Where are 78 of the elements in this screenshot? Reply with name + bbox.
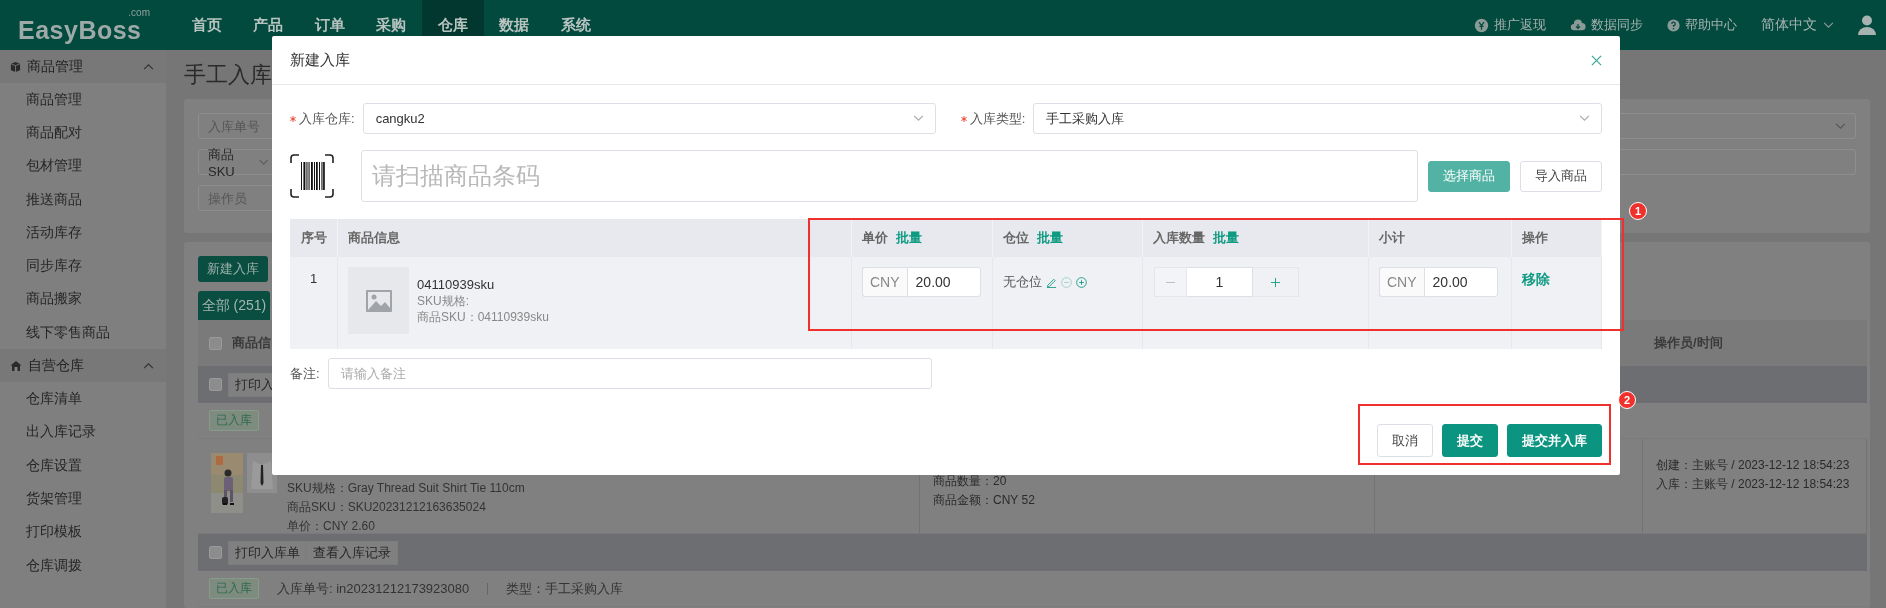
field-label: 备注: — [290, 364, 320, 383]
barcode-input[interactable]: 请扫描商品条码 — [361, 150, 1418, 202]
field-label: 入库类型: — [969, 109, 1026, 128]
header-link[interactable]: 推广返现 — [1494, 16, 1546, 34]
operator-text: 创建：主账号 / 2023-12-12 18:54:23 — [1656, 457, 1851, 474]
product-detail: 商品SKU：SKU20231212163635024 — [287, 499, 487, 516]
column-header: 操作员/时间 — [1654, 334, 1723, 352]
column-title: 小计 — [1379, 229, 1405, 247]
column-title: 序号 — [300, 229, 327, 247]
header-link[interactable]: 帮助中心 — [1685, 16, 1737, 34]
sidebar-group[interactable]: 自营仓库 — [0, 349, 166, 383]
import-button[interactable]: 导入商品 — [1520, 160, 1602, 192]
column-title: 单价 — [862, 229, 888, 247]
sidebar-item[interactable]: 商品管理 — [26, 90, 82, 109]
sidebar-item[interactable]: 出入库记录 — [26, 423, 96, 442]
batch-link[interactable]: 批量 — [1213, 229, 1239, 247]
quantity-input[interactable]: 1 — [1187, 267, 1253, 297]
price-input[interactable]: 20.00 — [906, 267, 981, 297]
dialog-title: 新建入库 — [290, 50, 350, 70]
product-detail: SKU规格：Gray Thread Suit Shirt Tie 110cm — [287, 480, 525, 497]
column-header: 商品信 — [232, 334, 271, 352]
sidebar-item[interactable]: 商品配对 — [26, 123, 82, 142]
submit-button[interactable]: 提交 — [1442, 424, 1498, 457]
order-info: 入库单号: in20231212173923080 — [277, 579, 470, 598]
submit-button[interactable]: 提交并入库 — [1507, 424, 1602, 457]
column-title: 仓位 — [1003, 229, 1029, 247]
cancel-button[interactable]: 取消 — [1377, 424, 1433, 457]
status-tag: 已入库 — [209, 578, 259, 599]
sidebar-item[interactable]: 推送商品 — [26, 190, 82, 209]
select-button[interactable]: 选择商品 — [1428, 160, 1510, 192]
remove-link[interactable]: 移除 — [1522, 267, 1550, 289]
order-info: 类型：手工采购入库 — [506, 579, 624, 598]
row-button[interactable]: 查看入库记录 — [306, 540, 398, 565]
select-field[interactable]: 手工采购入库 — [1033, 103, 1602, 134]
language-selector[interactable]: 简体中文 — [1761, 16, 1817, 34]
header-link[interactable]: 数据同步 — [1591, 16, 1643, 34]
logo: EasyBoss — [18, 17, 142, 43]
operator-text: 入库：主账号 / 2023-12-12 18:54:23 — [1656, 476, 1851, 493]
location-text: 无仓位 — [1003, 273, 1042, 291]
product-name: 04110939sku — [417, 277, 496, 293]
column-title: 操作 — [1522, 229, 1548, 247]
field-label: 入库仓库: — [299, 109, 355, 128]
sidebar-item[interactable]: 线下零售商品 — [26, 323, 110, 342]
sidebar-item[interactable]: 仓库调拨 — [26, 556, 82, 575]
column-title: 入库数量 — [1153, 229, 1205, 247]
row-index: 1 — [309, 271, 318, 286]
nav-item[interactable]: 产品 — [237, 0, 299, 50]
product-spec: SKU规格: — [417, 293, 470, 309]
row-button[interactable]: 打印入库单 — [228, 540, 307, 565]
sidebar-item[interactable]: 商品搬家 — [26, 290, 82, 309]
nav-item[interactable]: 首页 — [176, 0, 238, 50]
sidebar-item[interactable]: 同步库存 — [26, 257, 82, 276]
sidebar-item[interactable]: 仓库清单 — [26, 390, 82, 408]
subtotal-input[interactable]: 20.00 — [1423, 267, 1498, 297]
page-title: 手工入库 — [184, 60, 272, 89]
column-title: 商品信息 — [348, 229, 400, 247]
currency-addon: CNY — [862, 267, 907, 297]
sidebar-item[interactable]: 货架管理 — [26, 489, 82, 508]
currency-addon: CNY — [1379, 267, 1424, 297]
select-field[interactable]: cangku2 — [362, 103, 936, 134]
sidebar-group[interactable]: 商品管理 — [0, 50, 166, 83]
summary-text: 商品金额：CNY 52 — [933, 492, 1036, 509]
group-label: 商品管理 — [27, 57, 83, 76]
remark-input[interactable]: 请输入备注 — [327, 358, 932, 389]
sidebar-item[interactable]: 打印模板 — [26, 523, 82, 542]
product-detail: 单价：CNY 2.60 — [287, 518, 376, 535]
logo-suffix: .com — [128, 7, 150, 18]
batch-link[interactable]: 批量 — [896, 229, 922, 247]
summary-text: 商品数量：20 — [933, 473, 1008, 490]
sidebar-item[interactable]: 活动库存 — [26, 223, 82, 242]
status-tag: 已入库 — [209, 410, 259, 431]
group-label: 自营仓库 — [28, 356, 84, 375]
batch-link[interactable]: 批量 — [1037, 229, 1063, 247]
product-sku: 商品SKU：04110939sku — [417, 309, 549, 325]
tab[interactable]: 全部 (251) — [198, 291, 270, 320]
new-button[interactable]: 新建入库 — [198, 256, 268, 282]
sidebar-item[interactable]: 仓库设置 — [26, 456, 82, 475]
sidebar-item[interactable]: 包材管理 — [26, 157, 82, 176]
